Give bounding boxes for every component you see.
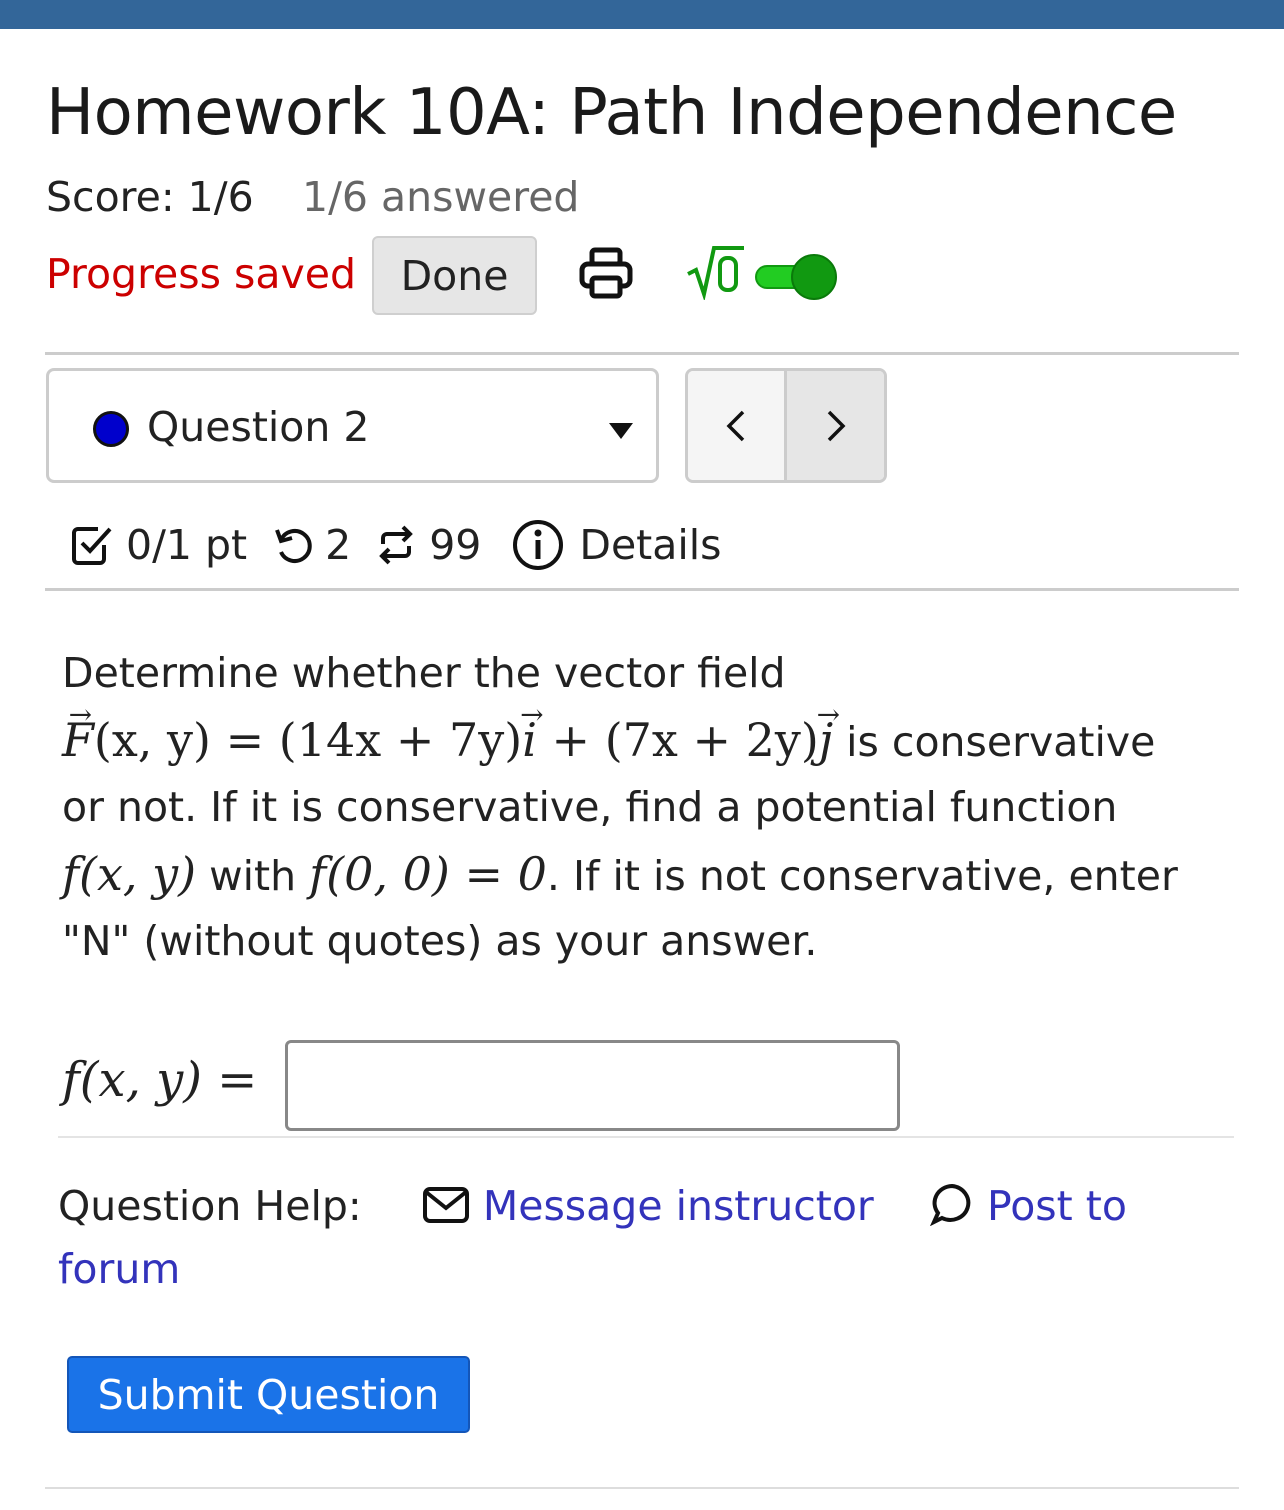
math-entry-icon bbox=[687, 246, 744, 300]
math-expression: (x, y) = (14x + 7y) bbox=[93, 713, 523, 767]
answer-label-text: f(x, y) = bbox=[62, 1052, 258, 1108]
question-line-2-text: is conservative bbox=[833, 718, 1156, 766]
vector-F: F bbox=[62, 707, 94, 774]
unit-vector-j: j bbox=[819, 707, 833, 774]
question-line-2: F(x, y) = (14x + 7y)i + (7x + 2y)j is co… bbox=[62, 707, 1242, 774]
info-icon[interactable] bbox=[511, 518, 565, 572]
question-select-label: Question 2 bbox=[147, 403, 370, 451]
question-line-3: or not. If it is conservative, find a po… bbox=[62, 783, 1118, 831]
chevron-left-icon bbox=[726, 410, 745, 441]
score-text: Score: 1/6 bbox=[46, 173, 254, 221]
math-expression: + (7x + 2y) bbox=[536, 713, 819, 767]
top-bar bbox=[0, 0, 1284, 29]
post-to-forum-link-continued[interactable]: forum bbox=[58, 1238, 1238, 1301]
unit-vector-i: i bbox=[522, 707, 537, 774]
page-title: Homework 10A: Path Independence bbox=[46, 76, 1177, 150]
answered-count: 1/6 answered bbox=[302, 173, 580, 221]
checkbox-score-icon bbox=[72, 527, 112, 565]
math-f00: f(0, 0) = 0 bbox=[309, 847, 547, 901]
divider bbox=[45, 352, 1239, 355]
post-to-forum-link[interactable]: Post to bbox=[987, 1182, 1127, 1230]
mail-icon[interactable] bbox=[422, 1186, 470, 1224]
question-line-1: Determine whether the vector field bbox=[62, 649, 786, 697]
question-help-label: Question Help: bbox=[58, 1182, 362, 1230]
print-icon[interactable] bbox=[576, 244, 636, 304]
math-fxy: f(x, y) bbox=[62, 847, 197, 901]
question-text: Determine whether the vector field F(x, … bbox=[62, 640, 1242, 975]
divider bbox=[45, 1487, 1239, 1489]
chevron-right-icon bbox=[827, 410, 845, 441]
details-link[interactable]: Details bbox=[579, 521, 721, 569]
divider bbox=[45, 588, 1239, 591]
question-meta: 0/1 pt 2 99 Details bbox=[70, 510, 722, 580]
question-select[interactable]: Question 2 bbox=[46, 368, 659, 483]
undo-icon bbox=[275, 529, 312, 563]
submit-question-button[interactable]: Submit Question bbox=[67, 1356, 470, 1433]
progress-status: Progress saved bbox=[46, 250, 357, 298]
math-toggle[interactable] bbox=[752, 250, 842, 304]
message-instructor-link[interactable]: Message instructor bbox=[483, 1182, 874, 1230]
tries-count: 99 bbox=[429, 521, 482, 569]
answer-input[interactable] bbox=[285, 1040, 900, 1131]
points-text: 0/1 pt bbox=[126, 521, 248, 569]
retry-icon bbox=[379, 525, 414, 565]
done-button[interactable]: Done bbox=[372, 236, 537, 315]
previous-question-button[interactable] bbox=[688, 371, 787, 480]
dropdown-caret-icon bbox=[609, 423, 633, 439]
divider bbox=[58, 1136, 1234, 1138]
next-question-button[interactable] bbox=[787, 371, 884, 480]
question-line-4-with: with bbox=[196, 852, 310, 900]
question-line-4: f(x, y) with f(0, 0) = 0. If it is not c… bbox=[62, 841, 1242, 908]
chat-bubble-icon[interactable] bbox=[929, 1182, 974, 1227]
question-help: Question Help: Message instructor Post t… bbox=[58, 1175, 1238, 1301]
question-nav bbox=[685, 368, 887, 483]
question-line-4-text: . If it is not conservative, enter bbox=[546, 852, 1178, 900]
answer-label: f(x, y) = bbox=[62, 1052, 257, 1108]
question-status-dot bbox=[93, 411, 129, 447]
question-line-5: "N" (without quotes) as your answer. bbox=[62, 917, 818, 965]
attempts-count: 2 bbox=[325, 521, 352, 569]
